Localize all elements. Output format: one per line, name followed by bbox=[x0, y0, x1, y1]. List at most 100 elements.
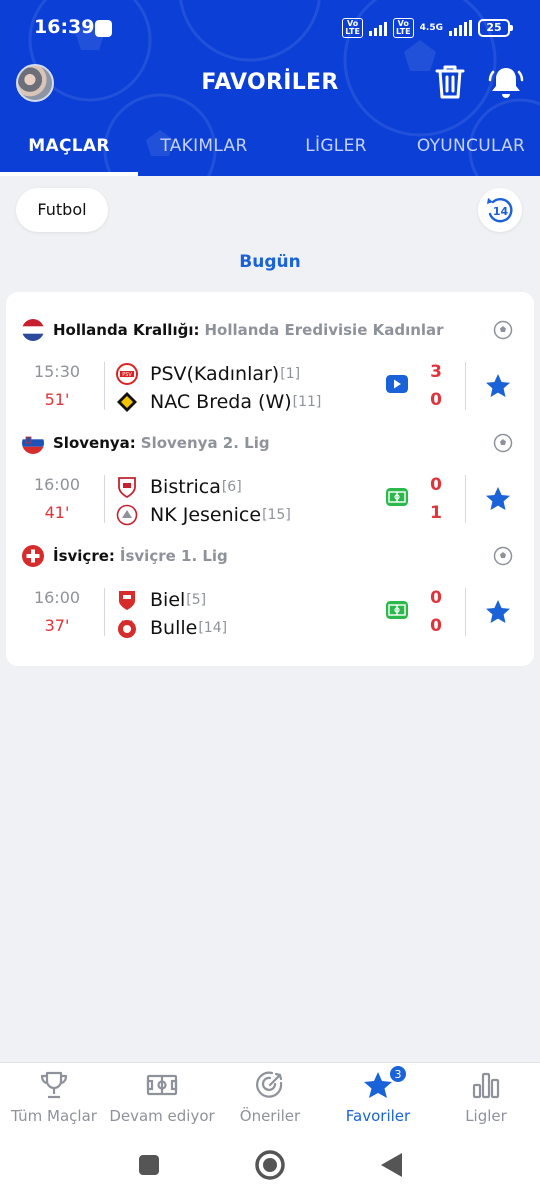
match-minute: 51' bbox=[44, 390, 70, 409]
divider bbox=[465, 475, 466, 523]
bar-chart-icon bbox=[472, 1072, 500, 1099]
favorite-star-icon[interactable] bbox=[484, 372, 512, 400]
league-header[interactable]: Slovenya: Slovenya 2. Lig bbox=[22, 431, 270, 455]
nav-suggestions[interactable]: Öneriler bbox=[216, 1063, 324, 1141]
divider bbox=[465, 588, 466, 636]
switzerland-flag-icon bbox=[22, 545, 44, 567]
bistrica-crest-icon bbox=[118, 477, 136, 498]
soccer-ball-icon bbox=[493, 433, 513, 453]
home-score: 0 bbox=[430, 475, 442, 495]
league-name: Hollanda Eredivisie Kadınlar bbox=[204, 321, 444, 339]
system-navigation-bar bbox=[0, 1140, 540, 1200]
soccer-ball-icon bbox=[493, 546, 513, 566]
away-team-name: NK Jesenice bbox=[150, 504, 262, 526]
home-team: Biel [5] bbox=[116, 586, 206, 614]
favorite-star-icon[interactable] bbox=[484, 485, 512, 513]
history-days-label: 14 bbox=[493, 205, 509, 218]
divider bbox=[104, 588, 105, 636]
league-name: İsviçre 1. Lig bbox=[119, 547, 228, 565]
nav-label: Ligler bbox=[465, 1107, 507, 1125]
history-14-icon: 14 bbox=[487, 198, 513, 223]
match-time: 16:00 bbox=[33, 475, 81, 494]
away-team: NK Jesenice [15] bbox=[116, 501, 291, 529]
tab-teams[interactable]: TAKIMLAR bbox=[138, 124, 270, 176]
match-row[interactable]: 16:00 41' Bistrica [6] NK Jesenice [15] 0 … bbox=[6, 471, 534, 531]
home-score: 3 bbox=[430, 362, 442, 382]
home-team-rank: [5] bbox=[186, 592, 207, 608]
volte-indicator: Vo LTE bbox=[342, 18, 363, 38]
sport-filter-chip[interactable]: Futbol bbox=[16, 188, 108, 232]
home-icon[interactable] bbox=[254, 1149, 286, 1181]
match-row[interactable]: 15:30 51' PSV PSV(Kadınlar) [1] NAC Breda… bbox=[6, 358, 534, 418]
volte-indicator-2: Vo LTE bbox=[392, 18, 414, 38]
divider bbox=[104, 475, 105, 523]
tab-bar: MAÇLAR TAKIMLAR LİGLER OYUNCULAR bbox=[0, 124, 540, 176]
bottom-navigation: Tüm Maçlar Devam ediyor Öneriler 3 Favor… bbox=[0, 1062, 540, 1140]
tab-matches[interactable]: MAÇLAR bbox=[0, 124, 138, 176]
back-icon[interactable] bbox=[380, 1152, 404, 1178]
away-team-rank: [15] bbox=[262, 507, 291, 523]
match-row[interactable]: 16:00 37' Biel [5] Bulle [14] 0 0 bbox=[6, 584, 534, 644]
match-minute: 37' bbox=[44, 616, 70, 635]
away-team: Bulle [14] bbox=[116, 614, 227, 642]
home-team-name: Bistrica bbox=[150, 476, 221, 498]
netherlands-flag-icon bbox=[22, 319, 44, 341]
field-stats-icon[interactable] bbox=[386, 601, 408, 619]
recent-apps-icon[interactable] bbox=[137, 1153, 161, 1177]
home-team-name: Biel bbox=[150, 589, 186, 611]
away-team: NAC Breda (W) [11] bbox=[116, 388, 321, 416]
favorite-star-icon[interactable] bbox=[484, 598, 512, 626]
league-country: İsviçre: bbox=[53, 547, 115, 565]
pitch-icon bbox=[146, 1074, 178, 1096]
notification-icon bbox=[95, 20, 112, 37]
svg-text:PSV: PSV bbox=[122, 372, 132, 378]
divider bbox=[465, 362, 466, 410]
league-country: Hollanda Krallığı: bbox=[53, 321, 200, 339]
match-time: 15:30 bbox=[33, 362, 81, 381]
away-team-name: Bulle bbox=[150, 617, 198, 639]
league-country: Slovenya: bbox=[53, 434, 136, 452]
bell-icon[interactable] bbox=[488, 64, 524, 100]
home-team-name: PSV(Kadınlar) bbox=[150, 363, 280, 385]
nav-favorites[interactable]: 3 Favoriler bbox=[324, 1063, 432, 1141]
psv-crest-icon: PSV bbox=[116, 363, 138, 385]
nav-leagues[interactable]: Ligler bbox=[432, 1063, 540, 1141]
away-score: 1 bbox=[430, 503, 442, 523]
tab-players[interactable]: OYUNCULAR bbox=[402, 124, 540, 176]
nav-live[interactable]: Devam ediyor bbox=[108, 1063, 216, 1141]
tab-leagues[interactable]: LİGLER bbox=[270, 124, 402, 176]
status-bar: 16:39 Vo LTE Vo LTE 4.5G 25 bbox=[0, 0, 540, 58]
match-time: 16:00 bbox=[33, 588, 81, 607]
nav-all-matches[interactable]: Tüm Maçlar bbox=[0, 1063, 108, 1141]
trash-icon[interactable] bbox=[434, 64, 466, 100]
home-team: Bistrica [6] bbox=[116, 473, 242, 501]
nav-label: Favoriler bbox=[345, 1107, 411, 1125]
favorites-count-badge: 3 bbox=[389, 1065, 407, 1083]
nac-breda-crest-icon bbox=[117, 392, 137, 412]
signal-icon-2 bbox=[449, 20, 472, 36]
slovenia-flag-icon bbox=[22, 432, 44, 454]
nav-label: Öneriler bbox=[239, 1107, 301, 1125]
league-name: Slovenya 2. Lig bbox=[140, 434, 270, 452]
target-icon bbox=[256, 1071, 283, 1098]
video-icon[interactable] bbox=[386, 375, 408, 393]
nk-jesenice-crest-icon bbox=[116, 504, 138, 526]
history-button[interactable]: 14 bbox=[478, 188, 522, 232]
league-header[interactable]: İsviçre: İsviçre 1. Lig bbox=[22, 544, 228, 568]
away-team-name: NAC Breda (W) bbox=[150, 391, 292, 413]
signal-icon bbox=[368, 20, 387, 36]
home-team: PSV PSV(Kadınlar) [1] bbox=[116, 360, 300, 388]
away-team-rank: [14] bbox=[198, 620, 228, 636]
league-header[interactable]: Hollanda Krallığı: Hollanda Eredivisie K… bbox=[22, 318, 444, 342]
favorites-card: Hollanda Krallığı: Hollanda Eredivisie K… bbox=[6, 292, 534, 666]
battery-icon: 25 bbox=[478, 19, 513, 37]
soccer-ball-icon bbox=[493, 320, 513, 340]
bulle-crest-icon bbox=[118, 620, 136, 638]
network-type: 4.5G bbox=[419, 22, 443, 33]
home-team-rank: [1] bbox=[280, 366, 301, 382]
field-stats-icon[interactable] bbox=[386, 488, 408, 506]
app-header: 16:39 Vo LTE Vo LTE 4.5G 25 FAVORİLER MAÇL… bbox=[0, 0, 540, 176]
date-header: Bugün bbox=[239, 252, 301, 272]
nav-label: Devam ediyor bbox=[109, 1107, 215, 1125]
away-score: 0 bbox=[430, 616, 442, 636]
